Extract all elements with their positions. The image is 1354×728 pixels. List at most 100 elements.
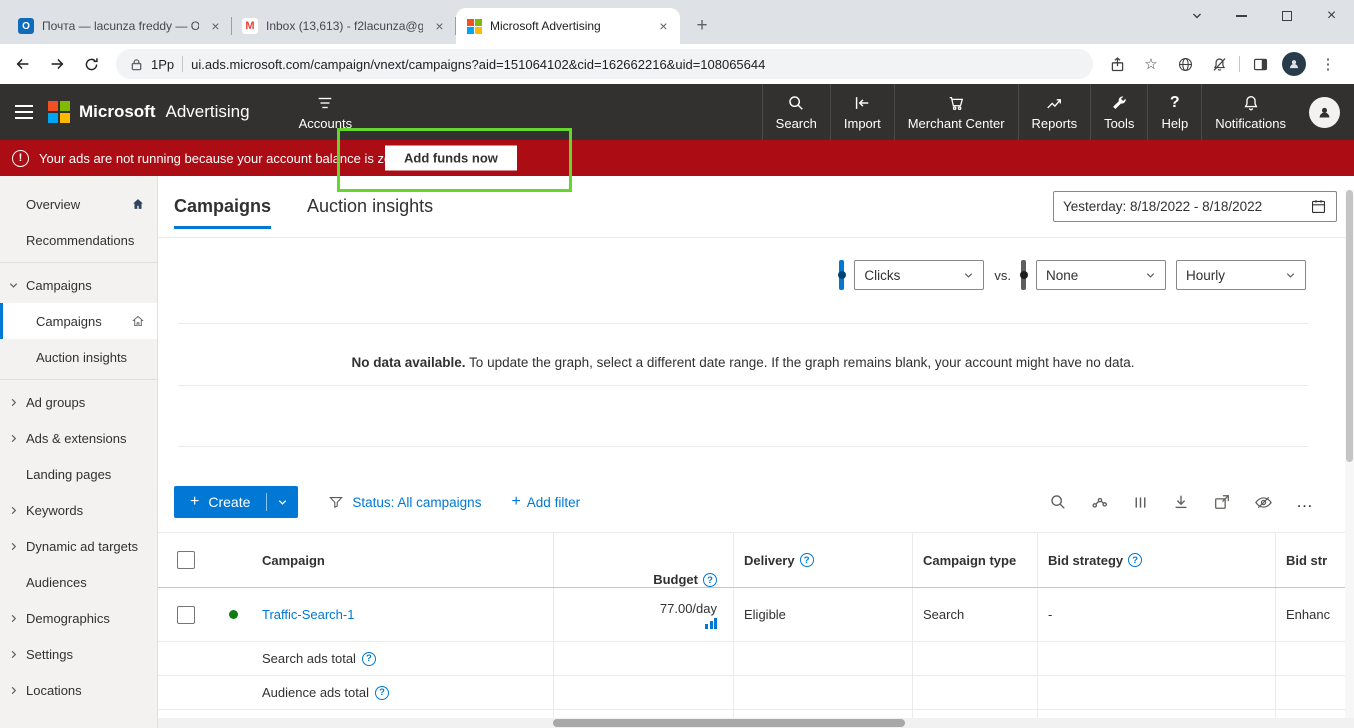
maximize-button[interactable] [1264,0,1309,32]
tab-close-icon[interactable]: × [655,18,672,35]
create-split-chevron[interactable] [267,486,298,518]
hamburger-menu-icon[interactable] [0,84,48,140]
download-icon[interactable] [1172,493,1190,511]
sidebar-item-campaigns-group[interactable]: Campaigns [0,267,157,303]
microsoft-logo-icon [48,101,70,123]
account-avatar[interactable] [1309,97,1340,128]
column-header-budget[interactable]: Budget ? [553,533,733,587]
tab-close-icon[interactable]: × [431,18,448,35]
address-bar[interactable]: 1Pp ui.ads.microsoft.com/campaign/vnext/… [116,49,1093,79]
primary-metric-dropdown[interactable]: Clicks [854,260,984,290]
browser-profile-avatar[interactable] [1280,50,1308,78]
sidebar-item-recommendations[interactable]: Recommendations [0,222,157,258]
sidebar-item-ads-extensions[interactable]: Ads & extensions [0,420,157,456]
sidebar-item-auction-insights[interactable]: Auction insights [0,339,157,375]
nav-tools[interactable]: Tools [1090,84,1147,140]
sidebar-item-label: Settings [26,647,73,662]
share-icon[interactable] [1103,50,1131,78]
warning-icon: ! [12,150,29,167]
info-icon[interactable]: ? [703,573,717,587]
globe-icon[interactable] [1171,50,1199,78]
tab-auction-insights[interactable]: Auction insights [307,176,433,237]
sidebar-item-demographics[interactable]: Demographics [0,600,157,636]
sidebar-item-audiences[interactable]: Audiences [0,564,157,600]
window-menu-chevron-icon[interactable] [1174,0,1219,32]
sidebar-item-locations[interactable]: Locations [0,672,157,708]
reload-icon[interactable] [76,49,106,79]
sidebar-item-overview[interactable]: Overview [0,186,157,222]
info-icon[interactable]: ? [1128,553,1142,567]
horizontal-scrollbar [158,718,1354,728]
close-button[interactable]: × [1309,0,1354,32]
info-icon[interactable]: ? [800,553,814,567]
browser-tab-microsoft-advertising[interactable]: Microsoft Advertising × [456,8,680,44]
add-funds-button[interactable]: Add funds now [385,146,517,171]
nav-import[interactable]: Import [830,84,894,140]
browser-urlbar: 1Pp ui.ads.microsoft.com/campaign/vnext/… [0,44,1354,84]
columns-icon[interactable] [1132,494,1149,511]
new-tab-button[interactable]: + [688,12,716,40]
row-checkbox[interactable] [177,606,195,624]
nav-label: Merchant Center [908,116,1005,131]
chart-empty-state: No data available. To update the graph, … [178,355,1308,370]
select-all-checkbox[interactable] [177,551,195,569]
help-icon: ? [1170,94,1180,112]
add-filter-button[interactable]: + Add filter [511,494,580,510]
column-header-bid-strategy[interactable]: Bid strategy ? [1037,533,1275,587]
more-options-icon[interactable]: … [1296,492,1314,512]
menu-kebab-icon[interactable]: ⋮ [1314,50,1342,78]
side-panel-icon[interactable] [1246,50,1274,78]
sidebar-item-campaigns[interactable]: Campaigns [0,303,157,339]
sidebar-item-landing-pages[interactable]: Landing pages [0,456,157,492]
nav-notifications[interactable]: Notifications [1201,84,1299,140]
column-header-bid-strategy-clipped[interactable]: Bid str [1275,533,1354,587]
dropdown-value: Clicks [864,268,900,283]
nav-merchant-center[interactable]: Merchant Center [894,84,1018,140]
secondary-series-marker-icon [1021,260,1026,290]
search-icon[interactable] [1049,493,1067,511]
nav-label: Tools [1104,116,1134,131]
secondary-metric-dropdown[interactable]: None [1036,260,1166,290]
sidebar-item-dynamic-ad-targets[interactable]: Dynamic ad targets [0,528,157,564]
status-filter[interactable]: Status: All campaigns [328,494,481,510]
tab-campaigns[interactable]: Campaigns [174,176,271,237]
column-label: Campaign type [923,553,1016,568]
info-icon[interactable]: ? [362,652,376,666]
campaign-link[interactable]: Traffic-Search-1 [262,607,354,622]
chart-toggle-icon[interactable] [1090,493,1109,512]
browser-tab-gmail[interactable]: M Inbox (13,613) - f2lacunza@gma × [232,8,456,44]
vertical-scrollbar-thumb[interactable] [1346,190,1353,462]
chevron-down-icon [1285,270,1296,281]
sidebar-item-ad-groups[interactable]: Ad groups [0,384,157,420]
notifications-blocked-icon[interactable] [1205,50,1233,78]
minimize-button[interactable] [1219,0,1264,32]
browser-tab-outlook[interactable]: O Почта — lacunza freddy — Outl × [8,8,232,44]
create-button[interactable]: + Create [174,486,298,518]
back-icon[interactable] [8,49,38,79]
info-icon[interactable]: ? [375,686,389,700]
nav-help[interactable]: ? Help [1147,84,1201,140]
forward-icon[interactable] [42,49,72,79]
sidebar-item-settings[interactable]: Settings [0,636,157,672]
mini-chart-icon[interactable] [705,618,717,629]
table-row: Traffic-Search-1 77.00/day Eligible Sear… [158,588,1354,642]
date-range-picker[interactable]: Yesterday: 8/18/2022 - 8/18/2022 [1053,191,1337,222]
accounts-icon [316,94,334,112]
column-header-campaign[interactable]: Campaign [253,533,553,587]
column-header-delivery[interactable]: Delivery ? [733,533,912,587]
page-url: ui.ads.microsoft.com/campaign/vnext/camp… [191,57,765,72]
notifications-icon [1242,94,1260,112]
sidebar-item-keywords[interactable]: Keywords [0,492,157,528]
nav-search[interactable]: Search [762,84,830,140]
horizontal-scrollbar-thumb[interactable] [553,719,905,727]
column-header-campaign-type[interactable]: Campaign type [912,533,1037,587]
interval-dropdown[interactable]: Hourly [1176,260,1306,290]
accounts-button[interactable]: Accounts [286,84,365,140]
hide-columns-icon[interactable] [1254,493,1273,512]
tab-close-icon[interactable]: × [207,18,224,35]
status-column-header [213,533,253,587]
bookmark-star-icon[interactable]: ☆ [1137,50,1165,78]
expand-icon[interactable] [1213,493,1231,511]
main-content: Campaigns Auction insights Yesterday: 8/… [158,176,1354,728]
nav-reports[interactable]: Reports [1018,84,1091,140]
